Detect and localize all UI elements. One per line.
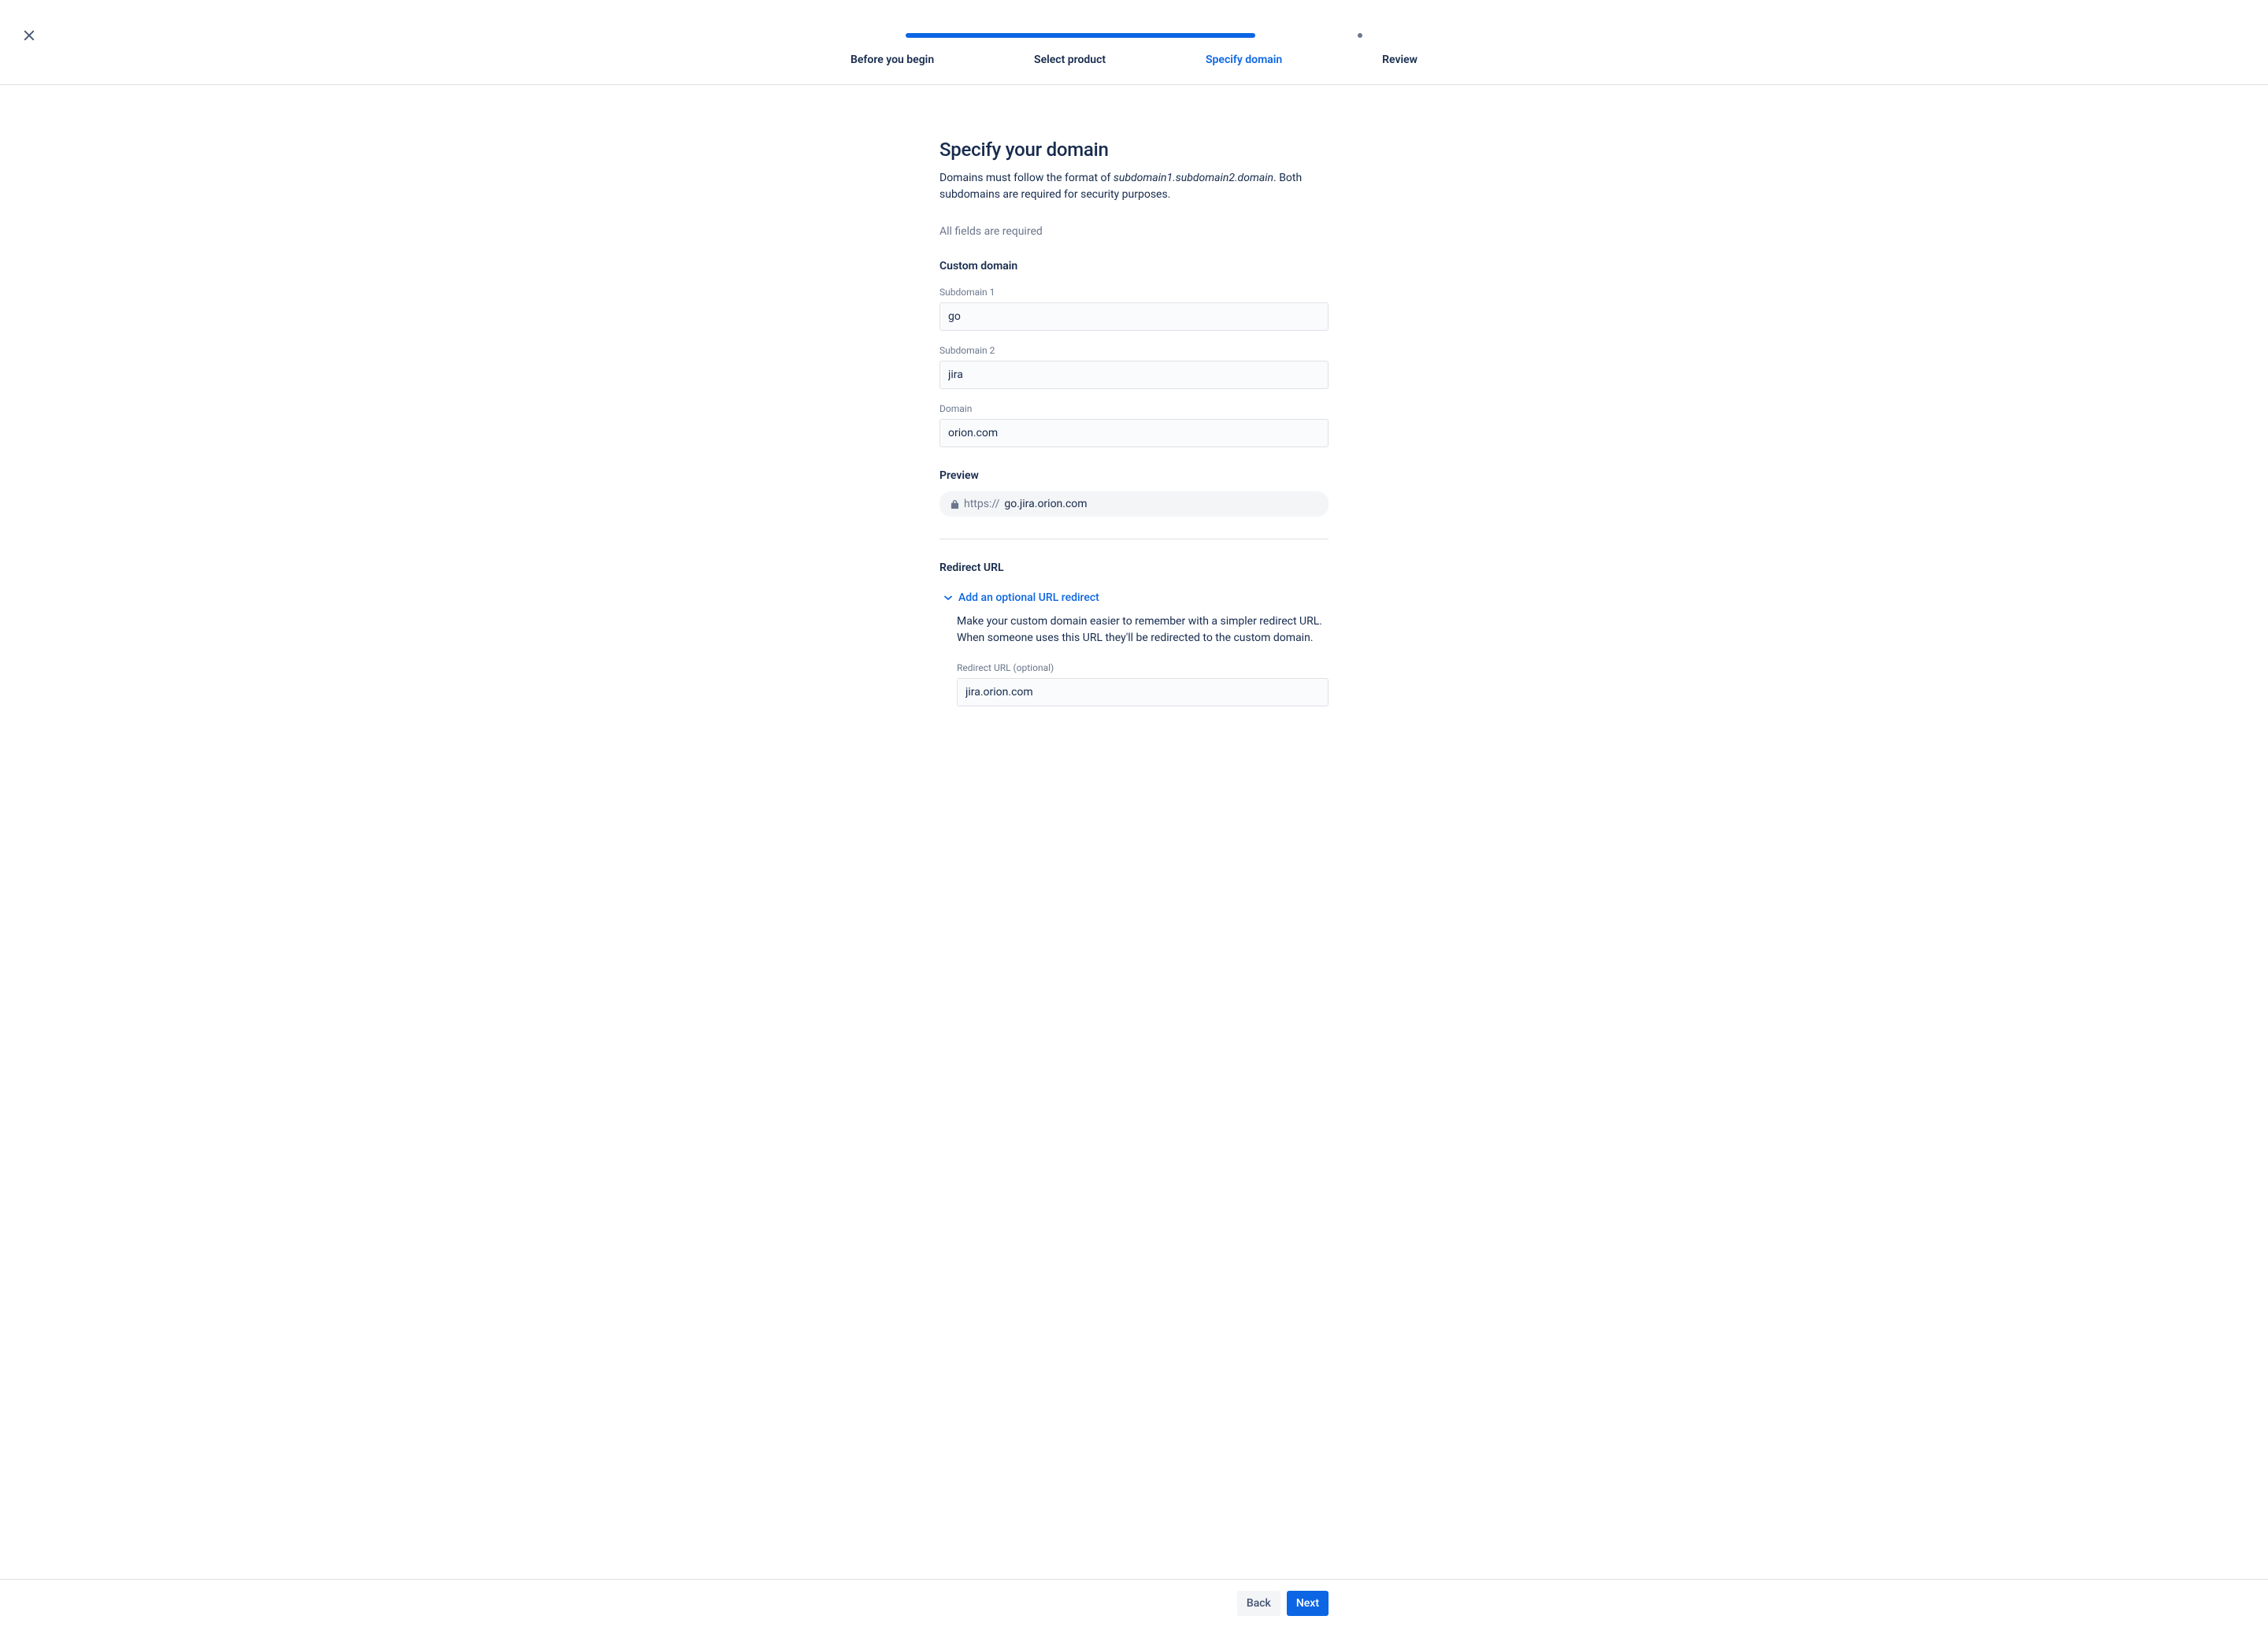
back-button[interactable]: Back bbox=[1237, 1591, 1280, 1616]
subdomain2-label: Subdomain 2 bbox=[939, 345, 1329, 356]
page-description: Domains must follow the format of subdom… bbox=[939, 170, 1329, 203]
redirect-input[interactable] bbox=[957, 678, 1329, 706]
footer-actions: Back Next bbox=[939, 1591, 1329, 1616]
subdomain1-input[interactable] bbox=[939, 302, 1329, 331]
redirect-field-label: Redirect URL (optional) bbox=[957, 662, 1329, 673]
progress-dot-review bbox=[1358, 33, 1362, 38]
redirect-expand-content: Make your custom domain easier to rememb… bbox=[957, 613, 1329, 721]
progress-track bbox=[906, 33, 1362, 38]
desc-format: subdomain1.subdomain2.domain bbox=[1114, 172, 1273, 184]
page-title: Specify your domain bbox=[939, 139, 1329, 161]
redirect-expand-toggle[interactable]: Add an optional URL redirect bbox=[944, 588, 1329, 607]
step-specify-domain[interactable]: Specify domain bbox=[1206, 54, 1282, 66]
custom-domain-title: Custom domain bbox=[939, 260, 1329, 272]
chevron-down-icon bbox=[944, 594, 952, 602]
domain-label: Domain bbox=[939, 403, 1329, 414]
step-review: Review bbox=[1382, 54, 1418, 66]
preview-domain: go.jira.orion.com bbox=[1004, 498, 1087, 510]
progress-segment-1 bbox=[906, 33, 1255, 38]
step-before-you-begin[interactable]: Before you begin bbox=[850, 54, 934, 66]
stepper: Before you begin Select product Specify … bbox=[850, 17, 1418, 80]
preview-box: https:// go.jira.orion.com bbox=[939, 491, 1329, 517]
redirect-expand-label: Add an optional URL redirect bbox=[958, 591, 1099, 604]
close-button[interactable] bbox=[19, 25, 39, 48]
redirect-title: Redirect URL bbox=[939, 561, 1329, 574]
wizard-footer: Back Next bbox=[0, 1579, 2268, 1627]
main-content: Specify your domain Domains must follow … bbox=[939, 139, 1329, 721]
preview-title: Preview bbox=[939, 469, 1329, 482]
preview-scheme: https:// bbox=[964, 498, 999, 510]
wizard-header: Before you begin Select product Specify … bbox=[0, 0, 2268, 85]
lock-icon bbox=[951, 499, 959, 510]
subdomain1-label: Subdomain 1 bbox=[939, 287, 1329, 298]
desc-prefix: Domains must follow the format of bbox=[939, 172, 1114, 184]
next-button[interactable]: Next bbox=[1287, 1591, 1329, 1616]
close-icon bbox=[22, 28, 36, 43]
domain-input[interactable] bbox=[939, 419, 1329, 447]
subdomain2-input[interactable] bbox=[939, 361, 1329, 389]
step-labels: Before you begin Select product Specify … bbox=[850, 54, 1418, 80]
step-select-product[interactable]: Select product bbox=[1034, 54, 1106, 66]
required-hint: All fields are required bbox=[939, 225, 1329, 238]
redirect-description: Make your custom domain easier to rememb… bbox=[957, 613, 1329, 647]
